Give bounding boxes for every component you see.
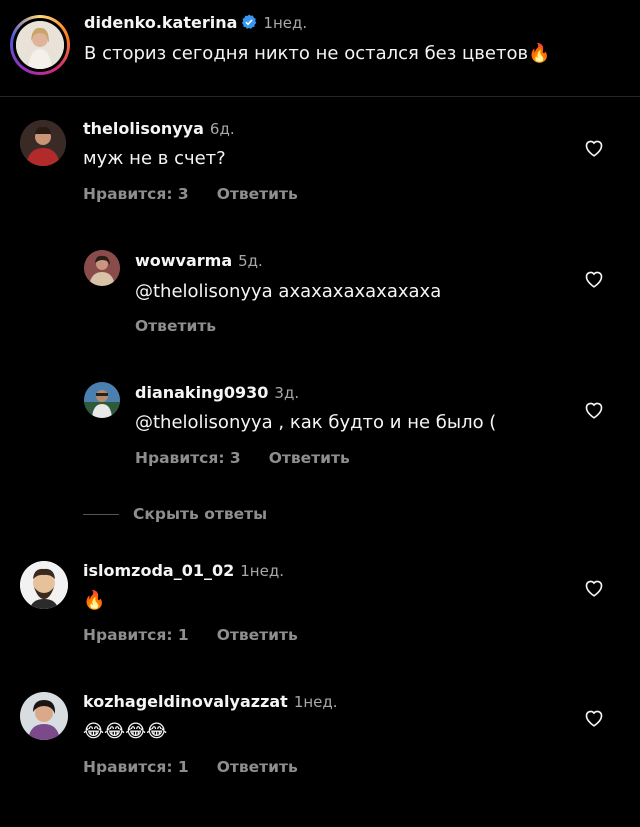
heart-icon[interactable] (583, 707, 605, 729)
heart-icon[interactable] (583, 137, 605, 159)
reply-avatar[interactable] (84, 250, 120, 286)
reply-avatar[interactable] (84, 382, 120, 418)
comment-username[interactable]: kozhageldinovalyazzat (83, 692, 288, 711)
comment-time: 1нед. (240, 562, 284, 580)
like-count[interactable]: Нравится: 3 (135, 449, 241, 467)
comment-username[interactable]: islomzoda_01_02 (83, 561, 234, 580)
reply-time: 5д. (238, 252, 263, 270)
post-author-avatar[interactable] (16, 21, 64, 69)
comment-time: 1нед. (293, 693, 338, 711)
post-time: 1нед. (263, 14, 308, 32)
reply-text: @thelolisonyya ахахахахахахаха (135, 281, 442, 302)
comment-time: 6д. (209, 120, 235, 138)
hide-replies-button[interactable]: Скрыть ответы (133, 505, 267, 523)
post-caption-text: В сториз сегодня никто не остался без цв… (84, 43, 551, 64)
comment-username[interactable]: thelolisonyya (83, 119, 204, 138)
like-count[interactable]: Нравится: 1 (83, 626, 189, 644)
caption-divider (0, 96, 640, 97)
verified-badge-icon (241, 14, 257, 34)
like-count[interactable]: Нравится: 3 (83, 185, 189, 203)
reply-button[interactable]: Ответить (217, 185, 298, 203)
commenter-avatar[interactable] (20, 120, 66, 166)
heart-icon[interactable] (583, 577, 605, 599)
story-ring[interactable] (10, 15, 70, 75)
comment-text: 🔥 (83, 590, 106, 611)
reply-username[interactable]: wowvarma (135, 251, 232, 270)
like-count[interactable]: Нравится: 1 (83, 758, 189, 776)
commenter-avatar[interactable] (20, 561, 68, 609)
reply-button[interactable]: Ответить (135, 317, 216, 335)
heart-icon[interactable] (583, 399, 605, 421)
comment-text: муж не в счет? (83, 148, 226, 169)
hide-replies-line (83, 514, 119, 515)
reply-username[interactable]: dianaking0930 (135, 383, 268, 402)
comment-text: 😂😂😂😂 (83, 721, 168, 742)
reply-time: 3д. (274, 384, 300, 402)
reply-text: @thelolisonyya , как будто и не было ( (135, 412, 497, 433)
post-author-username[interactable]: didenko.katerina (84, 13, 237, 32)
reply-button[interactable]: Ответить (269, 449, 350, 467)
commenter-avatar[interactable] (20, 692, 68, 740)
reply-button[interactable]: Ответить (217, 626, 298, 644)
heart-icon[interactable] (583, 268, 605, 290)
reply-button[interactable]: Ответить (217, 758, 298, 776)
